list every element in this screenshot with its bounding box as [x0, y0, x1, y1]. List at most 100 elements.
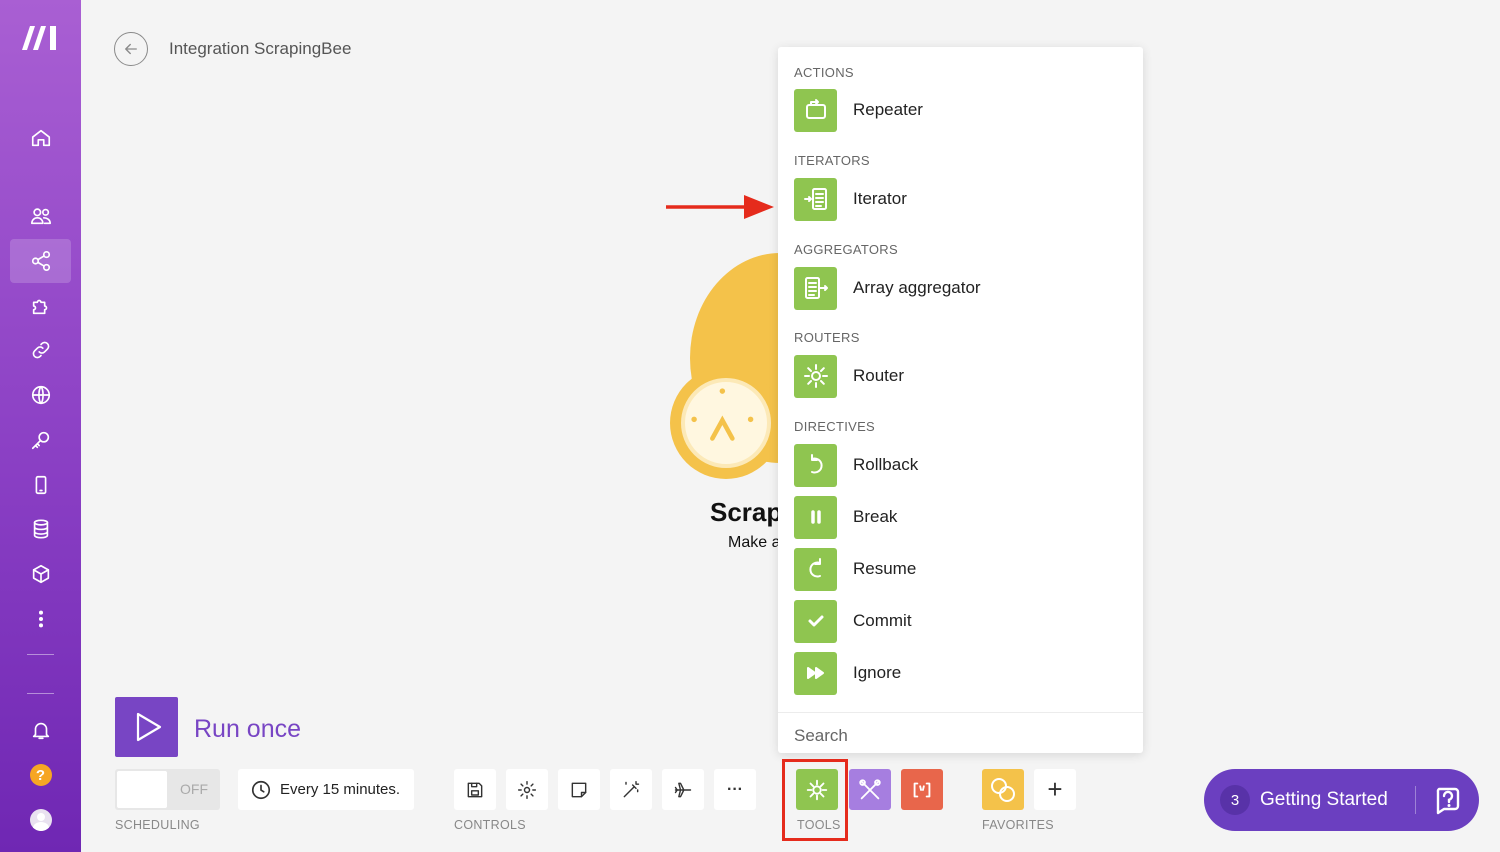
- section-label-iterators: ITERATORS: [794, 153, 870, 168]
- redo-icon: [808, 558, 821, 578]
- tools-button[interactable]: [796, 769, 838, 810]
- annotation-arrow-icon: [666, 195, 774, 219]
- menu-item-commit[interactable]: Commit: [794, 599, 1127, 643]
- schedule-interval-button[interactable]: Every 15 minutes.: [238, 769, 414, 810]
- run-once-label[interactable]: Run once: [194, 715, 301, 744]
- airplane-icon: [674, 782, 692, 797]
- help-chat-icon: [1436, 787, 1460, 815]
- scheduling-toggle[interactable]: OFF: [115, 769, 220, 810]
- auto-align-button[interactable]: [610, 769, 652, 810]
- flow-control-button[interactable]: [849, 769, 891, 810]
- getting-started-separator: [1415, 786, 1416, 814]
- link-icon: [32, 341, 49, 359]
- home-icon: [31, 129, 50, 147]
- menu-item-label: Array aggregator: [853, 278, 981, 297]
- menu-item-array-aggregator[interactable]: Array aggregator: [794, 266, 1127, 310]
- run-once-button[interactable]: [115, 697, 178, 757]
- cube-icon: [32, 564, 49, 584]
- save-button[interactable]: [454, 769, 496, 810]
- sidebar-item-connections[interactable]: [10, 328, 71, 372]
- menu-item-resume[interactable]: Resume: [794, 547, 1127, 591]
- help-icon: ?: [29, 764, 52, 786]
- pause-icon: [810, 510, 821, 524]
- aggregator-icon: [804, 277, 828, 299]
- controls-label: CONTROLS: [454, 818, 526, 832]
- favorite-app-button[interactable]: [982, 769, 1024, 810]
- phone-icon: [35, 475, 46, 495]
- section-label-actions: ACTIONS: [794, 65, 854, 80]
- tools-label: TOOLS: [797, 818, 841, 832]
- key-icon: [31, 431, 49, 450]
- toggle-knob: [117, 771, 167, 808]
- save-icon: [467, 782, 483, 797]
- sidebar-item-more[interactable]: [10, 597, 71, 641]
- menu-item-iterator[interactable]: Iterator: [794, 177, 1127, 221]
- getting-started-button[interactable]: 3 Getting Started: [1204, 769, 1479, 831]
- users-icon: [30, 208, 51, 225]
- sidebar: ?: [0, 0, 81, 852]
- repeat-icon: [805, 99, 826, 119]
- menu-item-repeater[interactable]: Repeater: [794, 88, 1127, 132]
- menu-item-break[interactable]: Break: [794, 495, 1127, 539]
- globe-icon: [31, 385, 50, 405]
- clock-icon: [251, 780, 271, 799]
- sidebar-item-webhooks[interactable]: [10, 373, 71, 417]
- module-subtitle: Make a: [728, 534, 781, 551]
- fast-forward-icon: [806, 667, 824, 679]
- sidebar-item-home[interactable]: [10, 116, 71, 160]
- scenario-settings-button[interactable]: [506, 769, 548, 810]
- make-logo[interactable]: [20, 22, 62, 52]
- app-logo-icon: [991, 777, 1015, 802]
- tools-dropdown: ACTIONS Repeater ITERATORS Iterator AGGR…: [778, 47, 1143, 753]
- sidebar-item-datastructures[interactable]: [10, 552, 71, 596]
- menu-item-label: Repeater: [853, 100, 923, 119]
- sidebar-item-keys[interactable]: [10, 418, 71, 462]
- undo-icon: [810, 454, 823, 474]
- clock-icon: [681, 378, 771, 468]
- wrench-cross-icon: [859, 778, 881, 799]
- arrow-left-icon: [125, 43, 137, 55]
- menu-item-label: Break: [853, 507, 898, 526]
- menu-item-label: Router: [853, 366, 905, 385]
- tools-search-input[interactable]: [794, 723, 1124, 749]
- sidebar-item-profile[interactable]: [10, 798, 71, 842]
- back-button[interactable]: [114, 32, 148, 66]
- page-title: Integration ScrapingBee: [169, 39, 352, 58]
- section-label-directives: DIRECTIVES: [794, 419, 876, 434]
- getting-started-count: 3: [1220, 785, 1250, 815]
- sidebar-item-apps[interactable]: [10, 284, 71, 328]
- menu-item-label: Rollback: [853, 455, 919, 474]
- menu-item-label: Ignore: [853, 663, 902, 682]
- magic-wand-icon: [623, 780, 640, 797]
- toggle-state: OFF: [180, 781, 208, 797]
- gear-icon: [803, 364, 828, 388]
- explain-flow-button[interactable]: [662, 769, 704, 810]
- more-options-button[interactable]: ···: [714, 769, 756, 810]
- iterator-icon: [803, 188, 827, 210]
- menu-item-rollback[interactable]: Rollback: [794, 443, 1127, 487]
- sidebar-item-team[interactable]: [10, 194, 71, 238]
- notes-button[interactable]: [558, 769, 600, 810]
- check-icon: [808, 615, 823, 627]
- puzzle-icon: [32, 299, 47, 315]
- database-icon: [33, 519, 48, 539]
- sidebar-divider: [27, 654, 54, 655]
- menu-item-router[interactable]: Router: [794, 354, 1127, 398]
- sidebar-item-devices[interactable]: [10, 463, 71, 507]
- bell-icon: [32, 722, 49, 740]
- share-icon: [31, 251, 50, 271]
- module-title: Scrap: [710, 497, 783, 527]
- sidebar-item-scenarios[interactable]: [10, 239, 71, 283]
- note-icon: [571, 782, 587, 797]
- add-favorite-button[interactable]: +: [1034, 769, 1076, 810]
- sidebar-item-notifications[interactable]: [10, 708, 71, 752]
- avatar: [29, 809, 52, 831]
- menu-item-label: Resume: [853, 559, 917, 578]
- section-label-aggregators: AGGREGATORS: [794, 242, 898, 257]
- sidebar-item-datastores[interactable]: [10, 507, 71, 551]
- getting-started-label: Getting Started: [1260, 789, 1388, 810]
- menu-item-ignore[interactable]: Ignore: [794, 651, 1127, 695]
- sidebar-item-help[interactable]: ?: [10, 753, 71, 797]
- menu-item-label: Iterator: [853, 189, 907, 208]
- json-tools-button[interactable]: [901, 769, 943, 810]
